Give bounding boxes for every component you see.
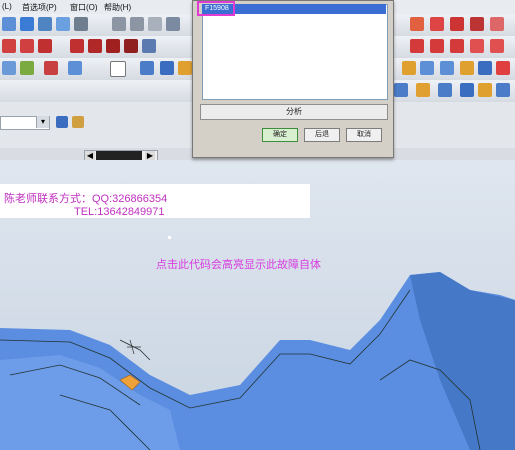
view-icon[interactable] bbox=[56, 17, 70, 31]
dimension-icon[interactable] bbox=[20, 39, 34, 53]
spline-icon[interactable] bbox=[410, 39, 424, 53]
ok-button[interactable]: 确定 bbox=[262, 128, 298, 142]
chevron-down-icon[interactable]: ▾ bbox=[36, 116, 49, 128]
blend-icon[interactable] bbox=[178, 61, 192, 75]
box-icon[interactable] bbox=[2, 61, 16, 75]
mirror-icon[interactable] bbox=[88, 39, 102, 53]
face-icon[interactable] bbox=[460, 83, 474, 97]
cancel-button[interactable]: 取消 bbox=[346, 128, 382, 142]
circle-icon[interactable] bbox=[470, 39, 484, 53]
shading-icon[interactable] bbox=[394, 83, 408, 97]
wireframe-icon[interactable] bbox=[478, 83, 492, 97]
layout-icon[interactable] bbox=[112, 17, 126, 31]
constraint-icon[interactable] bbox=[2, 39, 16, 53]
ellipse-icon[interactable] bbox=[490, 39, 504, 53]
offset-icon[interactable] bbox=[38, 39, 52, 53]
fillet-icon[interactable] bbox=[124, 39, 138, 53]
analyze-button[interactable]: 分析 bbox=[200, 104, 388, 120]
menu-item-l[interactable]: (L) bbox=[2, 2, 12, 11]
contact-line-2: TEL:13642849971 bbox=[74, 206, 165, 218]
edge-icon[interactable] bbox=[438, 83, 452, 97]
material-icon[interactable] bbox=[416, 83, 430, 97]
document-icon[interactable] bbox=[148, 17, 162, 31]
grid-icon[interactable] bbox=[166, 17, 180, 31]
fit-icon[interactable] bbox=[38, 17, 52, 31]
delete-icon[interactable] bbox=[496, 61, 510, 75]
sketch-icon[interactable] bbox=[410, 17, 424, 31]
filter-icon[interactable] bbox=[56, 116, 68, 128]
shell-icon[interactable] bbox=[160, 61, 174, 75]
trim-icon[interactable] bbox=[70, 39, 84, 53]
sew-icon[interactable] bbox=[420, 61, 434, 75]
snapshot-icon[interactable] bbox=[74, 17, 88, 31]
cursor-dot bbox=[168, 236, 171, 239]
extrude-icon[interactable] bbox=[44, 61, 58, 75]
thicken-icon[interactable] bbox=[460, 61, 474, 75]
back-button[interactable]: 后退 bbox=[304, 128, 340, 142]
result-listbox[interactable] bbox=[202, 4, 388, 100]
trim-body-icon[interactable] bbox=[478, 61, 492, 75]
menu-item-window[interactable]: 窗口(O) bbox=[70, 2, 98, 13]
line-icon[interactable] bbox=[450, 17, 464, 31]
chamfer-icon[interactable] bbox=[142, 39, 156, 53]
snap-icon[interactable] bbox=[72, 116, 84, 128]
point-icon[interactable] bbox=[490, 17, 504, 31]
contact-line-1: 陈老师联系方式：QQ:326866354 bbox=[4, 193, 168, 205]
menu-item-help[interactable]: 帮助(H) bbox=[104, 2, 131, 13]
annotation-highlight-box bbox=[197, 1, 235, 16]
pattern-icon[interactable] bbox=[106, 39, 120, 53]
curve-icon[interactable] bbox=[430, 17, 444, 31]
zoom-icon[interactable] bbox=[2, 17, 16, 31]
cylinder-icon[interactable] bbox=[20, 61, 34, 75]
corner-icon[interactable] bbox=[430, 39, 444, 53]
extend-icon[interactable] bbox=[450, 39, 464, 53]
light-icon[interactable] bbox=[496, 83, 510, 97]
arc-icon[interactable] bbox=[470, 17, 484, 31]
select-icon[interactable] bbox=[110, 61, 126, 77]
rotate-icon[interactable] bbox=[20, 17, 34, 31]
layer-icon[interactable] bbox=[130, 17, 144, 31]
menu-item-preferences[interactable]: 首选项(P) bbox=[22, 2, 57, 13]
surface-icon[interactable] bbox=[402, 61, 416, 75]
patch-icon[interactable] bbox=[440, 61, 454, 75]
annotation-note: 点击此代码会高亮显示此故障自体 bbox=[156, 259, 321, 271]
revolve-icon[interactable] bbox=[68, 61, 82, 75]
sphere-icon[interactable] bbox=[140, 61, 154, 75]
